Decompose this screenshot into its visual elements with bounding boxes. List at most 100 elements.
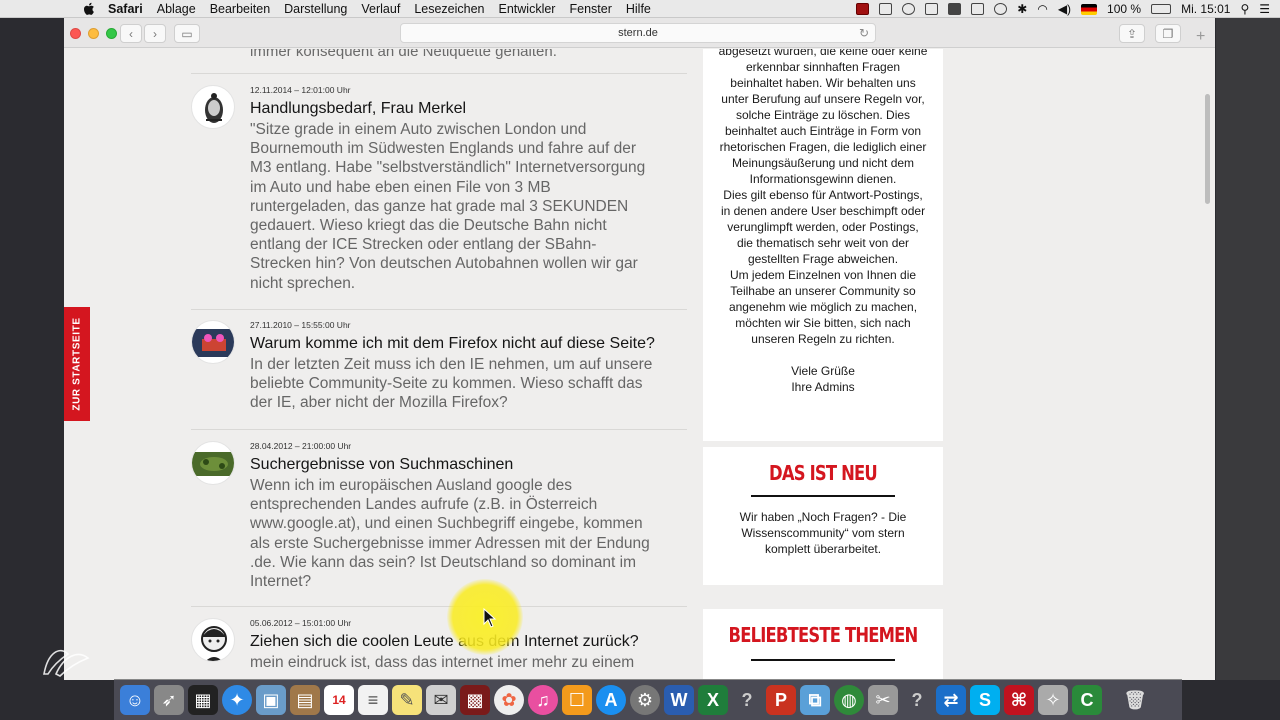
system-preferences-icon[interactable]: ⚙ [630,685,660,715]
menu-fenster[interactable]: Fenster [569,2,611,16]
excel-icon[interactable]: X [698,685,728,715]
rules-line: Meinungsäußerung und nicht dem [731,156,915,170]
launchpad-icon[interactable]: ➶ [154,685,184,715]
chevron-left-icon: ‹ [129,26,133,41]
mail-icon[interactable]: ✉ [426,685,456,715]
notification-center-icon[interactable]: ☰ [1259,2,1270,16]
bluetooth-icon[interactable]: ✱ [1017,2,1027,16]
dropbox-icon[interactable] [948,3,962,15]
close-window-button[interactable] [70,28,81,39]
trash-icon[interactable]: 🗑 [1120,685,1150,715]
menu-ablage[interactable]: Ablage [157,2,196,16]
rules-line: verunglimpft werden, oder Postings, [727,220,919,234]
share-button[interactable]: ⇪ [1119,24,1145,43]
status-area: ✱ ◠ ◀) 100 % Mi. 15:01 ⚲ ☰ [856,0,1280,18]
volume-icon[interactable]: ◀) [1058,2,1071,16]
rules-line: möchten wir Sie bitten, sich nach [735,316,911,330]
shield-icon[interactable] [925,3,939,15]
menu-hilfe[interactable]: Hilfe [626,2,651,16]
url-text: stern.de [618,27,658,39]
mouse-cursor-icon [483,608,497,628]
menu-app-name[interactable]: Safari [108,2,143,16]
entry-body-line: der IE, aber nicht der Mozilla Firefox? [250,394,508,412]
utility2-icon[interactable]: ✧ [1038,685,1068,715]
rules-line: unter Berufung auf unsere Regeln vor, [721,92,925,106]
page-scrollbar[interactable] [1205,94,1210,204]
fullscreen-window-button[interactable] [106,28,117,39]
minimize-window-button[interactable] [88,28,99,39]
zur-startseite-tab[interactable]: ZUR STARTSEITE [64,307,90,421]
das-ist-neu-heading: DAS IST NEU [769,461,878,485]
acrobat-icon[interactable]: ⌘ [1004,685,1034,715]
battery-icon[interactable] [1151,4,1172,14]
time-machine-icon[interactable] [994,3,1008,15]
app-store-icon[interactable]: A [596,685,626,715]
help-icon[interactable]: ? [732,685,762,715]
user-avatar[interactable] [191,441,235,485]
sync-icon[interactable] [879,3,893,15]
das-ist-neu-box: DAS IST NEU Wir haben „Noch Fragen? - Di… [703,447,943,585]
timer-icon[interactable] [902,3,916,15]
preview-icon[interactable]: ▣ [256,685,286,715]
calendar-icon[interactable]: 14 [324,685,354,715]
entry-body: "Sitze grade in einem Auto zwischen Lond… [250,120,688,293]
entry-title[interactable]: Ziehen sich die coolen Leute aus dem Int… [250,633,639,651]
entry-title[interactable]: Handlungsbedarf, Frau Merkel [250,100,466,118]
zur-startseite-label: ZUR STARTSEITE [71,317,83,411]
photo-booth-icon[interactable]: ▩ [460,685,490,715]
neu-text-line: komplett überarbeitet. [764,542,882,556]
teamviewer-icon[interactable]: ⇄ [936,685,966,715]
entry-body-line: entsprechenden Landes aufrufe (z.B. in Ö… [250,496,598,514]
user-avatar[interactable] [191,85,235,129]
menu-lesezeichen[interactable]: Lesezeichen [414,2,484,16]
rules-line: solche Einträge zu löschen. Dies [735,108,911,122]
user-avatar[interactable] [191,320,235,364]
skype-icon[interactable]: S [970,685,1000,715]
textedit-icon[interactable]: ✎ [392,685,422,715]
entry-title[interactable]: Warum komme ich mit dem Firefox nicht au… [250,335,655,353]
camtasia-icon[interactable]: C [1072,685,1102,715]
utility-icon[interactable]: ✂ [868,685,898,715]
stickies-icon[interactable]: ≡ [358,685,388,715]
notes-icon[interactable]: ▤ [290,685,320,715]
help2-icon[interactable]: ? [902,685,932,715]
photos-icon[interactable]: ✿ [494,685,524,715]
spotlight-icon[interactable]: ⚲ [1240,2,1249,16]
itunes-icon[interactable]: ♫ [528,685,558,715]
finder-icon[interactable]: ☺ [120,685,150,715]
menu-darstellung[interactable]: Darstellung [284,2,347,16]
wifi-icon[interactable]: ◠ [1037,2,1047,16]
powerpoint-icon[interactable]: P [766,685,796,715]
new-tab-icon[interactable]: + [1196,28,1205,46]
battery-label[interactable]: 100 % [1107,2,1141,16]
word-icon[interactable]: W [664,685,694,715]
rules-line: Informationsgewinn dienen. [749,172,897,186]
rules-signature: Ihre Admins [791,380,855,394]
community-rules-box: abgesetzt wurden, die keine oder keine e… [703,49,943,441]
ibooks-icon[interactable]: ☐ [562,685,592,715]
divider [191,429,687,430]
user-avatar[interactable] [191,618,235,662]
entry-body-line: Strecken hin? Von deutschen Autobahnen w… [250,255,638,273]
shared-icon[interactable]: ⧉ [800,685,830,715]
clock[interactable]: Mi. 15:01 [1181,2,1230,16]
tabs-overview-button[interactable]: ❐ [1155,24,1181,43]
german-flag-icon[interactable] [1081,3,1098,15]
sidebar-button[interactable]: ▭ [174,24,200,43]
back-button[interactable]: ‹ [120,24,142,43]
entry-body: Wenn ich im europäischen Ausland google … [250,476,688,591]
menu-verlauf[interactable]: Verlauf [361,2,400,16]
recording-icon[interactable] [856,3,870,15]
address-bar[interactable]: stern.de ↻ [400,23,876,43]
safari-icon[interactable]: ✦ [222,685,252,715]
airplay-icon[interactable] [971,3,985,15]
entry-title[interactable]: Suchergebnisse von Suchmaschinen [250,456,513,474]
forward-button[interactable]: › [144,24,166,43]
menu-bearbeiten[interactable]: Bearbeiten [210,2,270,16]
menu-entwickler[interactable]: Entwickler [499,2,556,16]
apple-menu-icon[interactable] [80,0,98,18]
globe-icon[interactable]: ◍ [834,685,864,715]
reload-icon[interactable]: ↻ [859,26,869,40]
mission-control-icon[interactable]: ▦ [188,685,218,715]
heading-rule [751,659,895,661]
